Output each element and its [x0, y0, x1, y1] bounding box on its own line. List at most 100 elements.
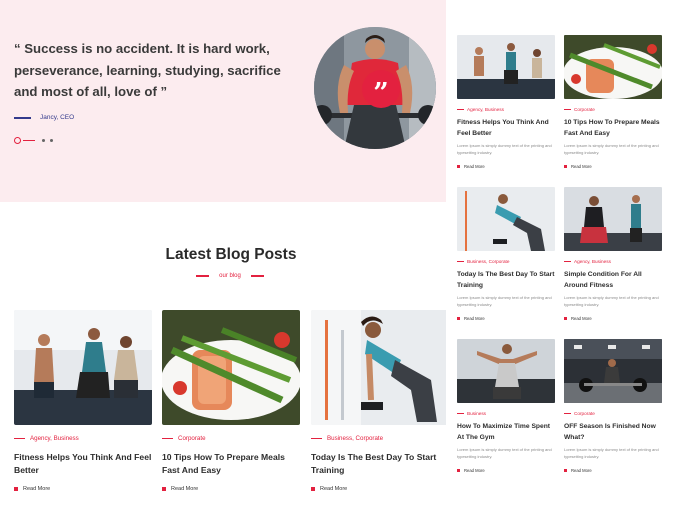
grid-card-image[interactable] — [564, 187, 662, 251]
category-label[interactable]: Business, Corporate — [467, 259, 509, 264]
grid-card-title[interactable]: OFF Season Is Finished Now What? — [564, 422, 664, 443]
subtitle-right-line — [251, 275, 264, 277]
category-line — [14, 437, 25, 440]
category-line — [457, 109, 464, 110]
read-more-label[interactable]: Read More — [464, 316, 485, 321]
category-line — [311, 437, 322, 440]
subtitle-left-line — [196, 275, 209, 277]
category-line — [564, 261, 571, 262]
grid-card-image[interactable] — [564, 339, 662, 403]
read-more-icon — [14, 487, 18, 491]
read-more-link[interactable]: Read More — [14, 486, 154, 492]
read-more-label[interactable]: Read More — [464, 164, 485, 169]
category-label[interactable]: Corporate — [574, 411, 595, 416]
category-line — [564, 109, 571, 110]
read-more-icon — [311, 487, 315, 491]
blog-card-category: Business, Corporate — [311, 435, 451, 442]
grid-card[interactable]: Business, Corporate Today Is The Best Da… — [457, 187, 557, 321]
category-label[interactable]: Business — [467, 411, 486, 416]
grid-card-title[interactable]: How To Maximize Time Spent At The Gym — [457, 422, 557, 443]
grid-card-category: Business, Corporate — [457, 259, 557, 264]
read-more-label[interactable]: Read More — [571, 316, 592, 321]
category-label[interactable]: Corporate — [574, 107, 595, 112]
read-more-label[interactable]: Read More — [571, 468, 592, 473]
category-label[interactable]: Agency, Business — [467, 107, 504, 112]
grid-card[interactable]: Business How To Maximize Time Spent At T… — [457, 339, 557, 473]
read-more-link[interactable]: Read More — [457, 468, 557, 473]
grid-card[interactable]: Corporate OFF Season Is Finished Now Wha… — [564, 339, 664, 473]
category-line — [564, 413, 571, 414]
read-more-link[interactable]: Read More — [457, 316, 557, 321]
read-more-label[interactable]: Read More — [320, 486, 347, 492]
blog-card-image[interactable] — [14, 310, 152, 425]
blog-card-title[interactable]: 10 Tips How To Prepare Meals Fast And Ea… — [162, 451, 302, 477]
grid-card-excerpt: Lorem Ipsum is simply dummy text of the … — [564, 447, 659, 459]
grid-card[interactable]: Agency, Business Fitness Helps You Think… — [457, 35, 557, 169]
read-more-icon — [457, 165, 460, 168]
read-more-label[interactable]: Read More — [171, 486, 198, 492]
grid-card-excerpt: Lorem Ipsum is simply dummy text of the … — [457, 447, 552, 459]
grid-card-excerpt: Lorem Ipsum is simply dummy text of the … — [564, 143, 659, 155]
category-label[interactable]: Agency, Business — [30, 435, 79, 442]
grid-card-image[interactable] — [564, 35, 662, 99]
read-more-link[interactable]: Read More — [564, 164, 664, 169]
read-more-link[interactable]: Read More — [564, 316, 664, 321]
blog-card[interactable]: Agency, Business Fitness Helps You Think… — [14, 310, 154, 492]
author-name: Jancy, CEO — [40, 114, 75, 121]
carousel-dot-3[interactable] — [50, 139, 53, 142]
grid-card-title[interactable]: 10 Tips How To Prepare Meals Fast And Ea… — [564, 118, 664, 139]
carousel-dot-line — [23, 139, 35, 142]
testimonial-author: Jancy, CEO — [14, 114, 74, 121]
read-more-label[interactable]: Read More — [23, 486, 50, 492]
carousel-dot-2[interactable] — [42, 139, 45, 142]
read-more-icon — [564, 469, 567, 472]
category-label[interactable]: Agency, Business — [574, 259, 611, 264]
blog-card-image[interactable] — [162, 310, 300, 425]
carousel-dots — [14, 137, 58, 144]
grid-card-category: Agency, Business — [564, 259, 664, 264]
blog-grid-panel: Agency, Business Fitness Helps You Think… — [446, 8, 672, 508]
grid-card-image[interactable] — [457, 35, 555, 99]
subtitle-label: our blog — [219, 273, 241, 279]
blog-card[interactable]: Corporate 10 Tips How To Prepare Meals F… — [162, 310, 302, 492]
read-more-link[interactable]: Read More — [457, 164, 557, 169]
read-more-icon — [162, 487, 166, 491]
grid-card-title[interactable]: Simple Condition For All Around Fitness — [564, 270, 664, 291]
category-line — [457, 413, 464, 414]
blog-card-category: Agency, Business — [14, 435, 154, 442]
read-more-icon — [564, 165, 567, 168]
grid-card-image[interactable] — [457, 187, 555, 251]
blog-card-category: Corporate — [162, 435, 302, 442]
read-more-icon — [457, 469, 460, 472]
section-title: Latest Blog Posts — [165, 246, 297, 263]
read-more-link[interactable]: Read More — [311, 486, 451, 492]
blog-card-title[interactable]: Fitness Helps You Think And Feel Better — [14, 451, 154, 477]
section-subtitle: our blog — [196, 273, 264, 279]
grid-card-excerpt: Lorem Ipsum is simply dummy text of the … — [564, 295, 659, 307]
grid-card-image[interactable] — [457, 339, 555, 403]
read-more-link[interactable]: Read More — [162, 486, 302, 492]
author-divider — [14, 116, 31, 119]
blog-card-title[interactable]: Today Is The Best Day To Start Training — [311, 451, 451, 477]
read-more-link[interactable]: Read More — [564, 468, 664, 473]
grid-card-category: Corporate — [564, 107, 664, 112]
grid-card[interactable]: Corporate 10 Tips How To Prepare Meals F… — [564, 35, 664, 169]
grid-card-title[interactable]: Fitness Helps You Think And Feel Better — [457, 118, 557, 139]
read-more-label[interactable]: Read More — [571, 164, 592, 169]
read-more-icon — [457, 317, 460, 320]
quote-icon: ” — [362, 70, 400, 109]
category-label[interactable]: Business, Corporate — [327, 435, 383, 442]
read-more-label[interactable]: Read More — [464, 468, 485, 473]
category-label[interactable]: Corporate — [178, 435, 206, 442]
grid-card-title[interactable]: Today Is The Best Day To Start Training — [457, 270, 557, 291]
blog-card-image[interactable] — [311, 310, 449, 425]
category-line — [162, 437, 173, 440]
testimonial-quote: “ Success is no accident. It is hard wor… — [14, 41, 281, 99]
blog-card[interactable]: Business, Corporate Today Is The Best Da… — [311, 310, 451, 492]
grid-card-excerpt: Lorem Ipsum is simply dummy text of the … — [457, 143, 552, 155]
carousel-dot-active[interactable] — [14, 137, 21, 144]
grid-card-excerpt: Lorem Ipsum is simply dummy text of the … — [457, 295, 552, 307]
grid-card[interactable]: Agency, Business Simple Condition For Al… — [564, 187, 664, 321]
grid-card-category: Corporate — [564, 411, 664, 416]
category-line — [457, 261, 464, 262]
